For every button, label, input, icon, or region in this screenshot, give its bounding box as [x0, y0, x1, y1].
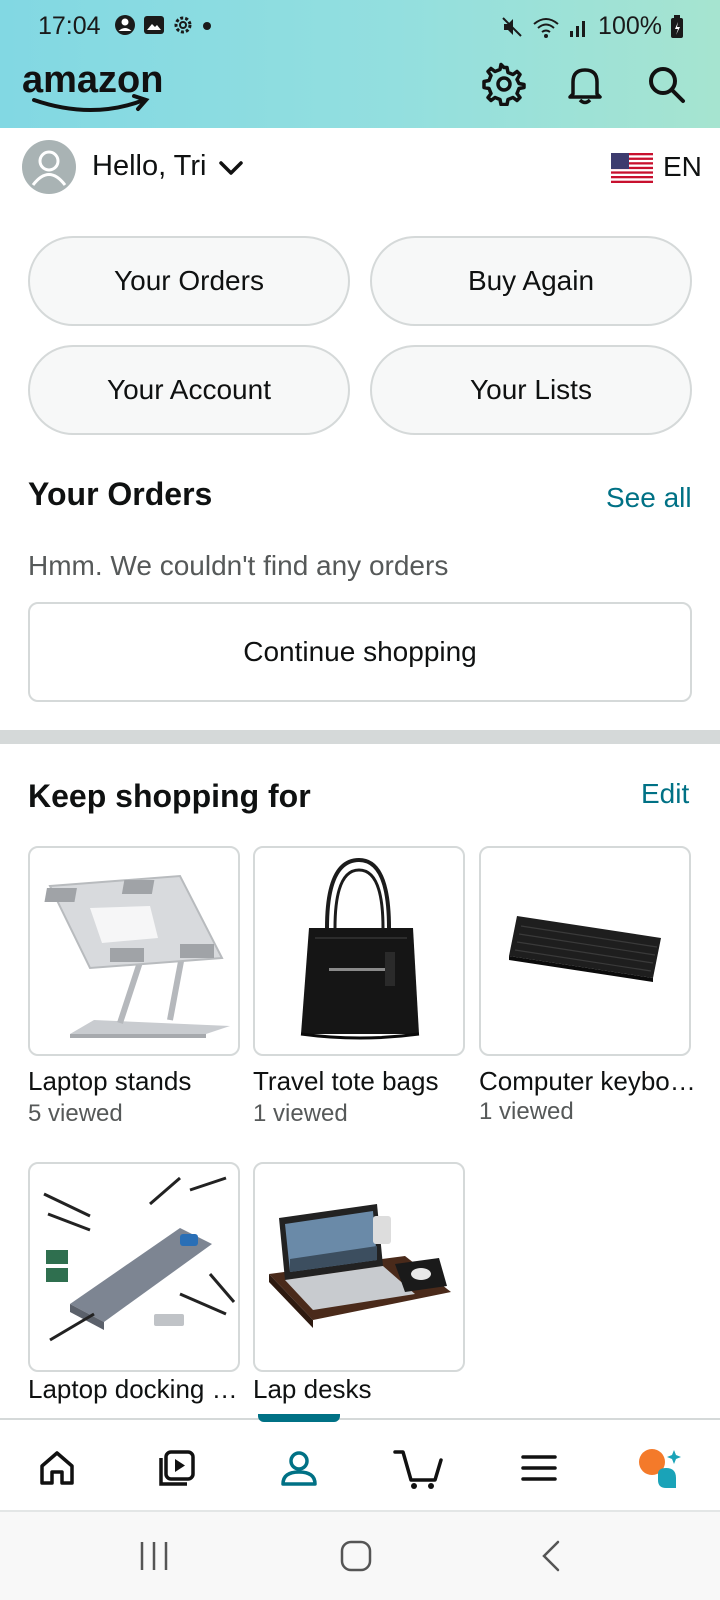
your-account-button[interactable]: Your Account: [28, 345, 350, 435]
product-label[interactable]: Travel tote bags: [253, 1066, 473, 1097]
rufus-icon[interactable]: [630, 1438, 690, 1498]
status-time: 17:04: [38, 12, 101, 40]
orders-title: Your Orders: [28, 476, 213, 512]
product-tile-computer-keyboards[interactable]: [479, 846, 691, 1056]
dot-icon: [203, 22, 211, 30]
menu-icon[interactable]: [509, 1438, 569, 1498]
recent-apps-icon[interactable]: [138, 1538, 170, 1574]
product-views: 5 viewed: [28, 1100, 123, 1127]
product-views: 1 viewed: [253, 1100, 348, 1127]
product-tile-lap-desks[interactable]: [253, 1162, 465, 1372]
product-tile-laptop-docking[interactable]: [28, 1162, 240, 1372]
back-icon[interactable]: [538, 1538, 566, 1574]
product-views: 1 viewed: [479, 1098, 574, 1125]
mute-icon: [502, 16, 522, 37]
orders-empty-message: Hmm. We couldn't find any orders: [28, 550, 449, 581]
lap-desk-image: [269, 1204, 451, 1328]
status-bar: 17:04 100%: [0, 0, 720, 52]
edit-link[interactable]: Edit: [641, 778, 689, 810]
app-header: 17:04 100% amazon: [0, 0, 720, 128]
user-icon: [31, 150, 67, 186]
laptop-stand-image: [44, 874, 230, 1038]
section-divider: [0, 730, 720, 744]
your-orders-button[interactable]: Your Orders: [28, 236, 350, 326]
system-icons: 100%: [500, 12, 684, 41]
account-icon[interactable]: [269, 1438, 329, 1498]
bell-icon[interactable]: [563, 62, 607, 106]
bottom-nav: [0, 1414, 720, 1512]
product-label[interactable]: Laptop stands: [28, 1066, 248, 1097]
keep-shopping-title: Keep shopping for: [28, 778, 311, 814]
avatar[interactable]: [22, 140, 76, 194]
product-label[interactable]: Lap desks: [253, 1374, 473, 1405]
product-tile-travel-tote-bags[interactable]: [253, 846, 465, 1056]
language-label[interactable]: EN: [663, 151, 702, 183]
battery-icon: [671, 14, 683, 38]
continue-shopping-button[interactable]: Continue shopping: [28, 602, 692, 702]
battery-percent: 100%: [598, 12, 662, 40]
system-nav-bar: [0, 1512, 720, 1600]
product-tile-laptop-stands[interactable]: [28, 846, 240, 1056]
wifi-icon: [533, 17, 559, 38]
buy-again-button[interactable]: Buy Again: [370, 236, 692, 326]
keyboard-image: [509, 916, 661, 982]
chevron-down-icon[interactable]: [218, 158, 244, 178]
gear-icon[interactable]: [482, 62, 526, 106]
home-button-icon[interactable]: [338, 1538, 374, 1574]
product-label[interactable]: Laptop docking stations: [28, 1374, 240, 1405]
amazon-logo[interactable]: amazon: [22, 62, 172, 114]
notification-icons: [114, 14, 213, 36]
active-tab-indicator: [258, 1414, 340, 1422]
greeting-row: Hello, Tri EN: [0, 128, 720, 210]
your-lists-button[interactable]: Your Lists: [370, 345, 692, 435]
see-all-link[interactable]: See all: [606, 482, 692, 514]
cart-icon[interactable]: [388, 1438, 448, 1498]
us-flag-icon[interactable]: [611, 153, 653, 183]
home-icon[interactable]: [27, 1438, 87, 1498]
gallery-icon: [144, 16, 164, 34]
video-icon[interactable]: [147, 1438, 207, 1498]
tote-bag-image: [300, 857, 420, 1040]
account-circle-icon: [115, 15, 135, 35]
svg-text:amazon: amazon: [22, 62, 163, 101]
docking-station-image: [43, 1176, 236, 1342]
signal-icon: [570, 20, 586, 37]
greeting-text[interactable]: Hello, Tri: [92, 150, 206, 183]
product-label[interactable]: Computer keyboards: [479, 1066, 699, 1097]
search-icon[interactable]: [644, 62, 688, 106]
settings-small-icon: [174, 16, 192, 34]
